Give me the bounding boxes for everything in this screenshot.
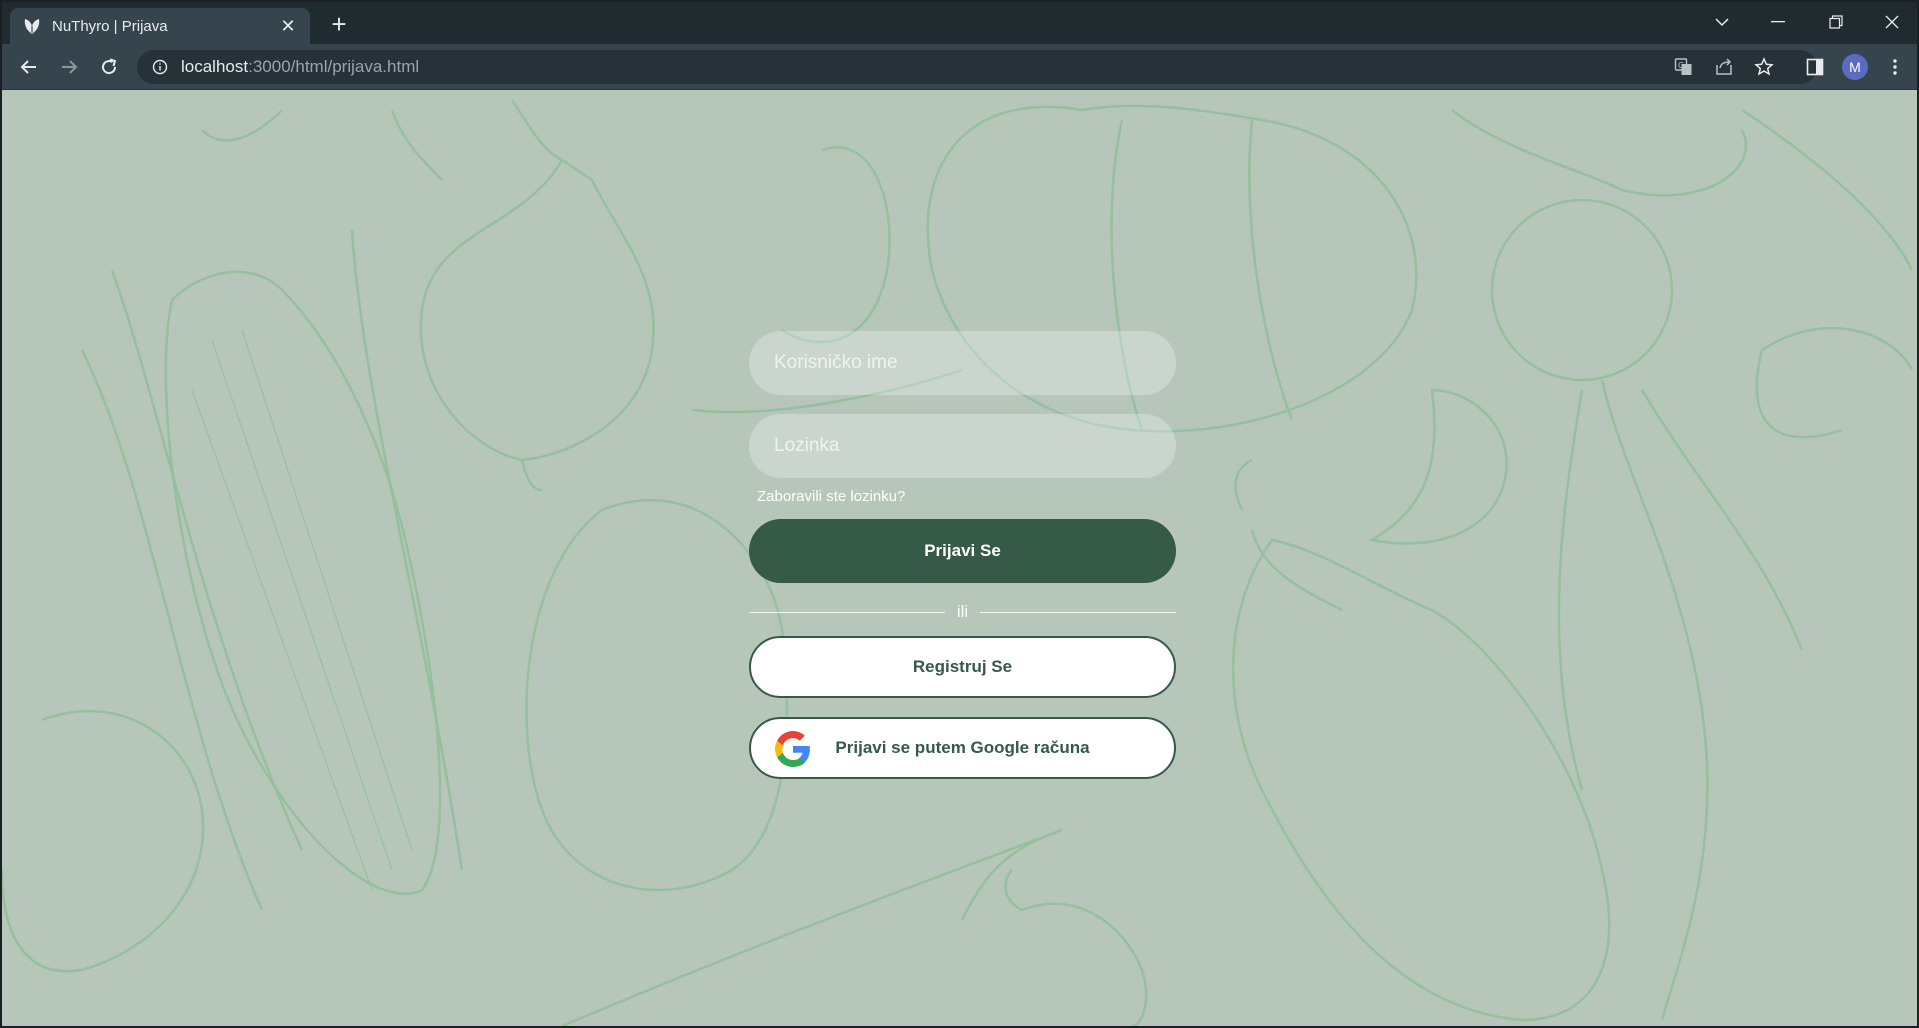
- or-divider: ili: [749, 601, 1176, 623]
- site-favicon: [22, 16, 42, 36]
- forgot-password-link[interactable]: Zaboravili ste lozinku?: [757, 488, 1176, 505]
- login-form: Zaboravili ste lozinku? Prijavi Se ili R…: [749, 331, 1176, 779]
- back-arrow-icon[interactable]: [13, 51, 45, 83]
- browser-window: NuThyro | Prijava ✕ + localhost:3000/ht…: [0, 0, 1919, 1028]
- svg-text:G: G: [1678, 61, 1684, 70]
- username-input[interactable]: [749, 331, 1176, 395]
- register-button[interactable]: Registruj Se: [749, 636, 1176, 698]
- reload-icon[interactable]: [93, 51, 125, 83]
- forward-arrow-icon[interactable]: [53, 51, 85, 83]
- plus-icon[interactable]: +: [324, 10, 354, 40]
- address-bar[interactable]: localhost:3000/html/prijava.html G: [137, 50, 1817, 84]
- info-icon[interactable]: [151, 58, 169, 76]
- divider-line: [749, 611, 945, 613]
- restore-icon[interactable]: [1808, 2, 1864, 42]
- divider-text: ili: [956, 602, 969, 621]
- side-panel-icon[interactable]: [1799, 51, 1831, 83]
- kebab-menu-icon[interactable]: [1879, 51, 1911, 83]
- login-page: Zaboravili ste lozinku? Prijavi Se ili R…: [2, 90, 1917, 1026]
- close-icon[interactable]: ✕: [278, 16, 298, 37]
- google-login-button[interactable]: Prijavi se putem Google računa: [749, 717, 1176, 779]
- tab-strip: NuThyro | Prijava ✕ +: [2, 2, 1917, 44]
- login-button[interactable]: Prijavi Se: [749, 519, 1176, 583]
- register-button-label: Registruj Se: [912, 657, 1013, 676]
- divider-line: [980, 611, 1176, 613]
- url-host: localhost: [181, 57, 249, 76]
- url-path: :3000/html/prijava.html: [248, 57, 420, 76]
- tab-title: NuThyro | Prijava: [52, 17, 168, 35]
- google-icon: [775, 731, 811, 767]
- minimize-icon[interactable]: [1750, 2, 1806, 42]
- avatar[interactable]: M: [1839, 51, 1871, 83]
- share-icon[interactable]: [1707, 50, 1741, 84]
- star-icon[interactable]: [1747, 50, 1781, 84]
- close-window-icon[interactable]: [1864, 2, 1917, 42]
- password-input[interactable]: [749, 414, 1176, 478]
- translate-icon[interactable]: G: [1667, 50, 1701, 84]
- browser-toolbar: localhost:3000/html/prijava.html G M: [2, 44, 1917, 90]
- browser-tab[interactable]: NuThyro | Prijava ✕: [10, 8, 310, 44]
- google-button-label: Prijavi se putem Google računa: [835, 738, 1090, 757]
- chevron-down-icon[interactable]: [1694, 2, 1750, 42]
